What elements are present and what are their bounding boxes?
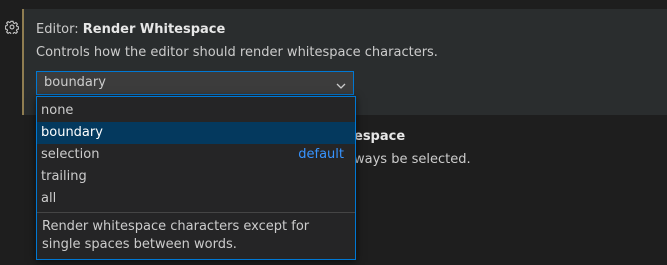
select-dropdown-list: none boundary selection default trailing… xyxy=(36,96,356,260)
setting-title: Editor: Render Whitespace xyxy=(36,21,225,38)
option-boundary[interactable]: boundary xyxy=(37,122,355,144)
next-setting-description: ways be selected. xyxy=(354,152,471,167)
setting-name: Render Whitespace xyxy=(82,22,226,37)
default-badge: default xyxy=(298,147,344,162)
option-label: all xyxy=(41,191,57,206)
render-whitespace-select[interactable]: boundary xyxy=(36,71,354,95)
gear-icon[interactable] xyxy=(4,19,20,35)
option-label: boundary xyxy=(41,125,103,140)
option-none[interactable]: none xyxy=(37,100,355,122)
select-current-value: boundary xyxy=(44,75,106,90)
modified-indicator xyxy=(22,9,24,115)
setting-category: Editor: xyxy=(36,22,83,37)
next-setting-title: espace xyxy=(354,129,406,144)
option-all[interactable]: all xyxy=(37,188,355,210)
option-label: selection xyxy=(41,147,100,162)
option-label: trailing xyxy=(41,169,87,184)
option-trailing[interactable]: trailing xyxy=(37,166,355,188)
option-selection[interactable]: selection default xyxy=(37,144,355,166)
dropdown-divider xyxy=(37,212,355,213)
setting-description: Controls how the editor should render wh… xyxy=(36,45,438,60)
chevron-down-icon[interactable] xyxy=(335,77,347,89)
option-label: none xyxy=(41,103,74,118)
option-description: Render whitespace characters except for … xyxy=(42,219,310,252)
